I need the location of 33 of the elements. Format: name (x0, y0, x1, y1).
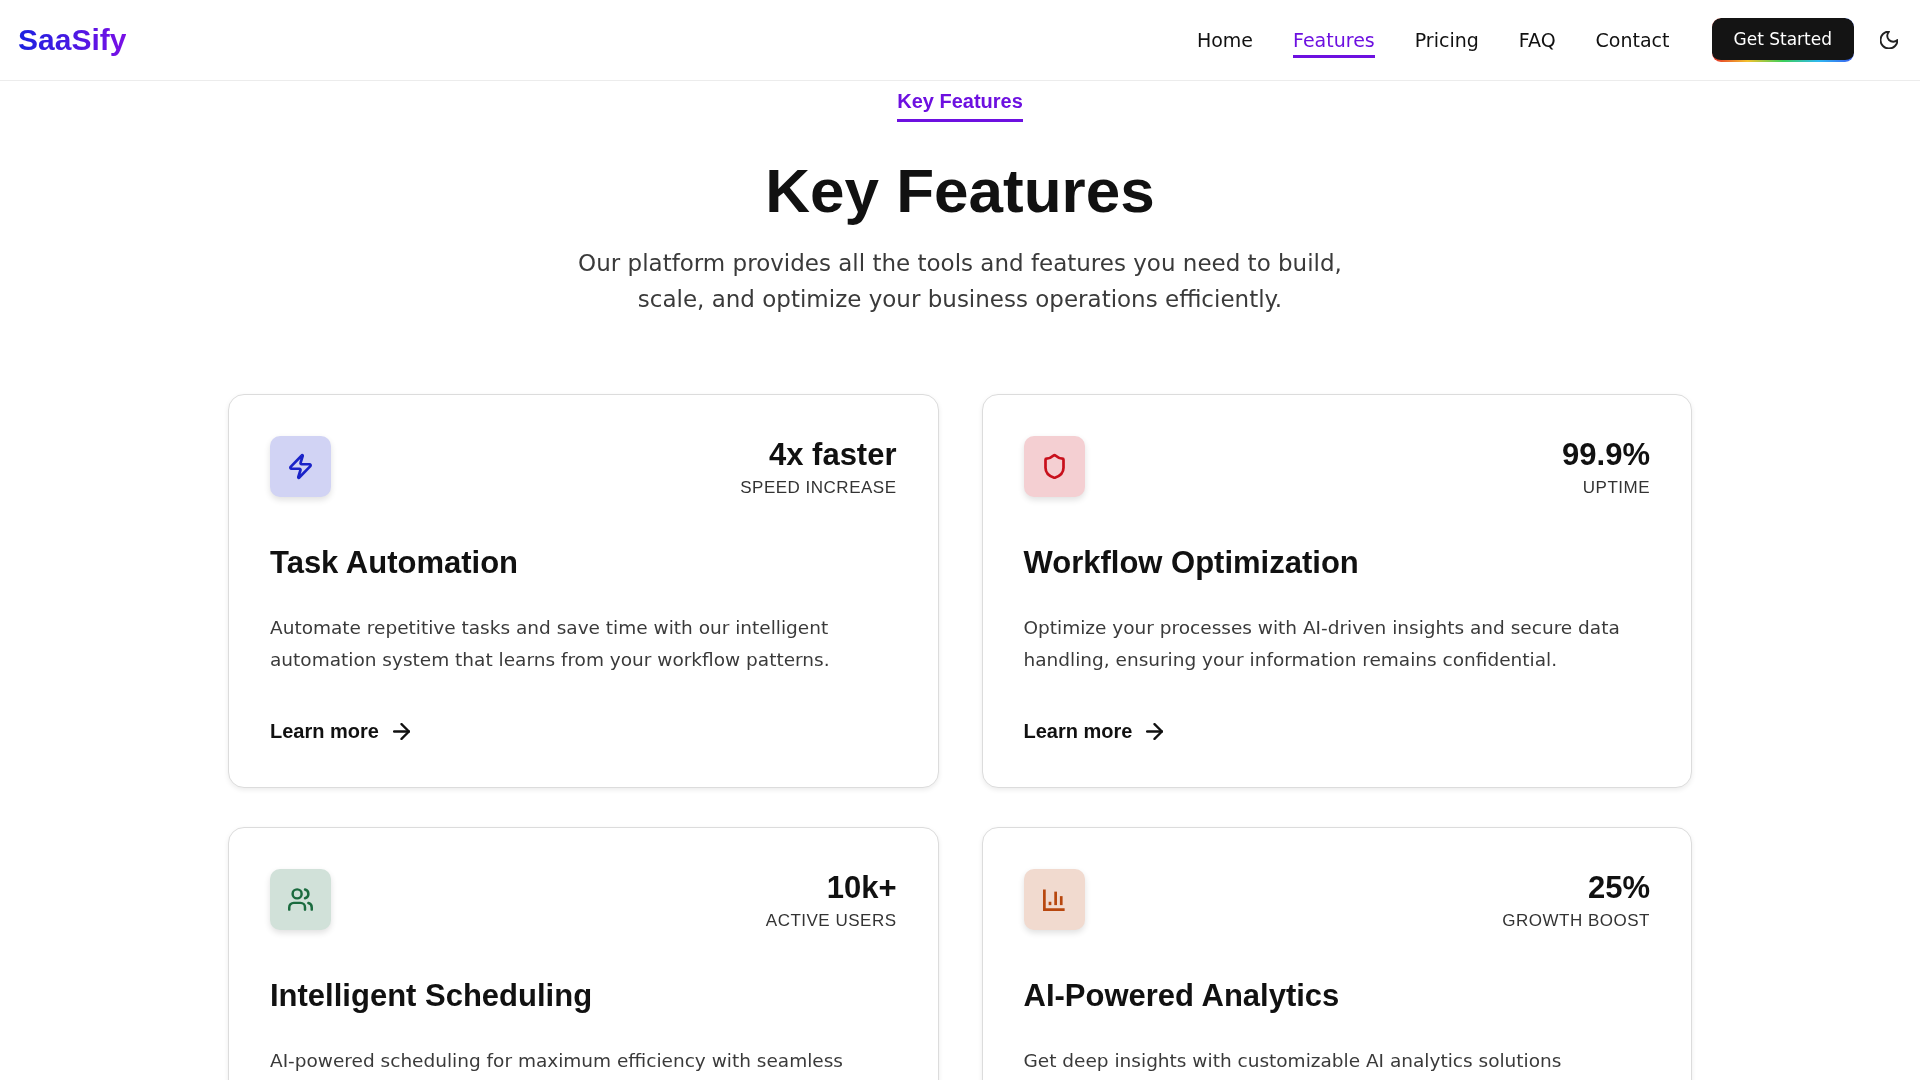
arrow-right-icon (1146, 722, 1164, 740)
feature-title: Workflow Optimization (1023, 545, 1360, 581)
section-subtitle: Our platform provides all the tools and features you need to build, scale, and optimize your business operations efficiently. (577, 249, 1343, 314)
feature-title: AI-Powered Analytics (1023, 978, 1341, 1014)
shield-icon (1023, 436, 1085, 497)
stat-value: 4x faster (767, 436, 897, 474)
stat-label: GROWTH BOOST (1502, 910, 1650, 932)
learn-more-link[interactable]: Learn more (270, 719, 410, 743)
nav-link[interactable]: Home (1196, 22, 1254, 58)
stat-label: ACTIVE USERS (765, 910, 897, 932)
nav-link[interactable]: Contact (1595, 22, 1670, 58)
moon-icon[interactable] (1880, 31, 1898, 49)
feature-title: Intelligent Scheduling (270, 978, 594, 1014)
feature-title: Task Automation (270, 545, 519, 581)
stat-value: 99.9% (1562, 436, 1650, 474)
feature-description: AI-powered scheduling for maximum efficiency with seamless (270, 1049, 844, 1073)
bar-chart-icon (1023, 869, 1085, 930)
bolt-icon (270, 436, 331, 497)
stat-value: 10k+ (825, 869, 897, 907)
feature-description: Automate repetitive tasks and save time with our intelligent automation system that learns from your workflow patterns. (270, 616, 831, 672)
feature-description: Optimize your processes with AI-driven insights and secure data handling, ensuring your information remains confidential. (1023, 616, 1621, 672)
nav-link[interactable]: Features (1293, 22, 1375, 58)
get-started-button[interactable]: Get Started (1711, 18, 1854, 62)
stat-label: SPEED INCREASE (740, 477, 897, 499)
stat-label: UPTIME (1581, 477, 1650, 499)
nav-link[interactable]: FAQ (1518, 22, 1556, 58)
learn-more-link[interactable]: Learn more (1023, 719, 1164, 743)
section-label: Key Features (897, 89, 1023, 122)
section-heading: Key Features (765, 155, 1155, 227)
users-icon (270, 869, 331, 930)
feature-description: Get deep insights with customizable AI analytics solutions (1023, 1049, 1563, 1073)
stat-value: 25% (1586, 869, 1650, 907)
nav-link[interactable]: Pricing (1414, 22, 1479, 58)
